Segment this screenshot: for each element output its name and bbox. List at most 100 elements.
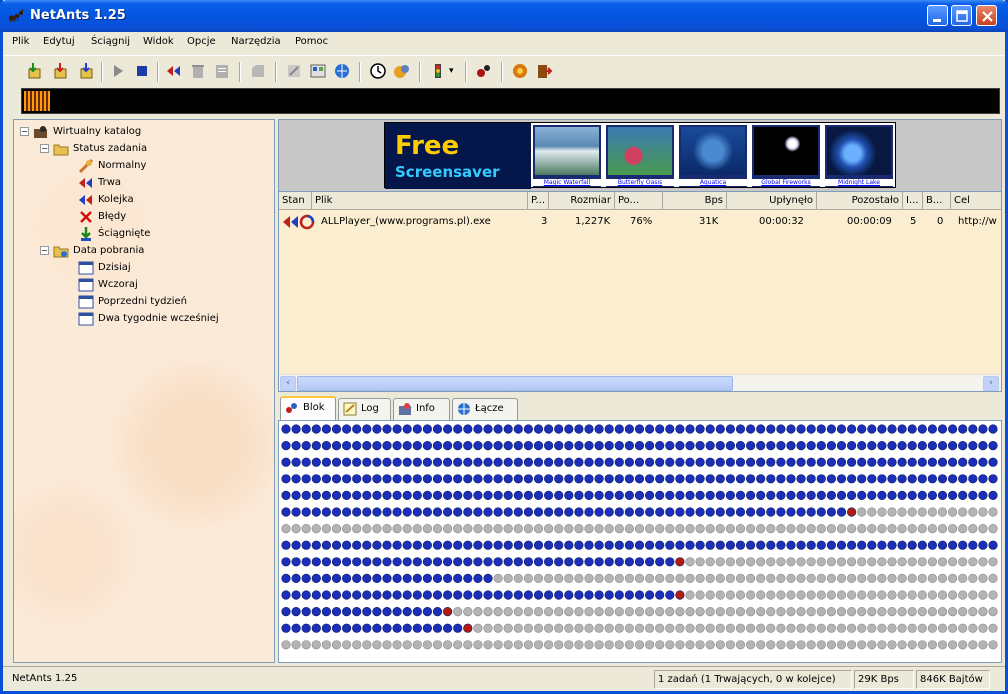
column-header-target[interactable]: Cel <box>951 192 1001 210</box>
download-block <box>533 623 544 633</box>
column-header-status[interactable]: Stan <box>279 192 312 210</box>
ad-thumb[interactable]: Midnight Lake <box>825 125 893 187</box>
new-download-icon[interactable] <box>25 62 43 80</box>
download-block <box>937 623 948 633</box>
download-block <box>352 490 362 500</box>
maximize-icon <box>956 10 968 22</box>
download-block <box>836 640 847 650</box>
tree-item-normal[interactable]: Normalny <box>78 157 146 174</box>
column-header-progress[interactable]: Po... <box>615 192 663 210</box>
browser-icon[interactable] <box>333 62 351 80</box>
download-block <box>311 590 321 600</box>
find-icon[interactable] <box>285 62 303 80</box>
move-up-icon[interactable] <box>165 62 183 80</box>
tree-root[interactable]: − Wirtualny katalog <box>20 123 141 140</box>
ad-thumb[interactable]: Global Fireworks <box>752 125 820 187</box>
download-block <box>796 540 806 550</box>
delete-icon[interactable] <box>189 62 207 80</box>
download-block <box>574 623 584 633</box>
collapse-icon[interactable]: − <box>20 127 29 136</box>
help-icon[interactable] <box>511 62 529 80</box>
download-block <box>846 540 857 550</box>
ad-thumb[interactable]: Magic Waterfall <box>533 125 601 187</box>
minimize-button[interactable] <box>927 5 948 26</box>
download-block <box>826 640 837 650</box>
add-batch-icon[interactable] <box>51 62 69 80</box>
download-block <box>422 523 432 534</box>
download-block <box>796 557 806 567</box>
horizontal-scrollbar[interactable]: ‹ › <box>279 374 1001 391</box>
speed-limit-icon[interactable] <box>429 62 447 80</box>
menu-narzedzia[interactable]: Narzędzia <box>231 36 281 47</box>
tree-item-two-weeks[interactable]: Dwa tygodnie wcześniej <box>78 310 219 327</box>
ad-thumb[interactable]: Butterfly Oasis <box>606 125 674 187</box>
column-header-b[interactable]: B... <box>923 192 951 210</box>
download-block <box>594 507 604 517</box>
collapse-icon[interactable]: − <box>40 246 49 255</box>
download-block <box>907 557 917 567</box>
download-block <box>857 490 867 500</box>
start-icon[interactable] <box>109 62 127 80</box>
tree-status-group[interactable]: − Status zadania <box>40 140 147 157</box>
download-block <box>877 424 887 434</box>
stop-icon[interactable] <box>133 62 151 80</box>
column-header-remaining[interactable]: Pozostało <box>817 192 903 210</box>
scroll-thumb[interactable] <box>297 376 733 391</box>
maximize-button[interactable] <box>951 5 972 26</box>
download-block <box>493 540 503 550</box>
exit-icon[interactable] <box>535 62 553 80</box>
row-elapsed: 00:00:32 <box>759 216 804 227</box>
download-block <box>503 607 513 617</box>
menu-opcje[interactable]: Opcje <box>187 36 216 47</box>
tree-item-today[interactable]: Dzisiaj <box>78 259 131 276</box>
tree-item-running[interactable]: Trwa <box>78 174 121 191</box>
download-block <box>725 557 736 567</box>
close-button[interactable] <box>976 5 997 26</box>
ad-banner[interactable]: Free Screensaver Magic Waterfall Butterf… <box>384 122 896 189</box>
download-block <box>473 424 483 434</box>
properties-icon[interactable] <box>213 62 231 80</box>
column-header-i[interactable]: I... <box>903 192 923 210</box>
download-block <box>887 457 897 467</box>
collapse-icon[interactable]: − <box>40 144 49 153</box>
column-header-bps[interactable]: Bps <box>663 192 727 210</box>
download-block <box>402 590 412 600</box>
ant-icon[interactable] <box>475 62 493 80</box>
download-block <box>564 623 574 633</box>
column-header-size[interactable]: Rozmiar <box>549 192 615 210</box>
menu-edytuj[interactable]: Edytuj <box>43 36 75 47</box>
download-block <box>301 490 311 500</box>
tab-log[interactable]: Log <box>338 398 391 420</box>
column-header-parts[interactable]: P... <box>528 192 549 210</box>
download-block <box>382 440 392 451</box>
menu-sciagnij[interactable]: Ściągnij <box>91 36 130 47</box>
tree-date-group[interactable]: − Data pobrania <box>40 242 144 259</box>
options-icon[interactable] <box>393 62 411 80</box>
column-header-file[interactable]: Plik <box>312 192 528 210</box>
scheduler-clock-icon[interactable] <box>369 62 387 80</box>
tree-item-yesterday[interactable]: Wczoraj <box>78 276 138 293</box>
download-block <box>968 540 978 550</box>
tab-blok[interactable]: Blok <box>280 396 336 420</box>
tab-info[interactable]: Info <box>393 398 450 420</box>
scroll-left-icon[interactable]: ‹ <box>280 376 296 391</box>
tree-item-errors[interactable]: Błędy <box>78 208 126 225</box>
open-folder-icon[interactable] <box>249 62 267 80</box>
menu-widok[interactable]: Widok <box>143 36 174 47</box>
download-block <box>544 540 554 550</box>
column-header-elapsed[interactable]: Upłynęło <box>727 192 817 210</box>
download-block <box>463 590 473 600</box>
tab-lacze[interactable]: Łącze <box>452 398 518 420</box>
tree-item-last-week[interactable]: Poprzedni tydzień <box>78 293 187 310</box>
site-manager-icon[interactable] <box>309 62 327 80</box>
scroll-right-icon[interactable]: › <box>983 376 999 391</box>
import-list-icon[interactable] <box>77 62 95 80</box>
menu-pomoc[interactable]: Pomoc <box>295 36 328 47</box>
menu-plik[interactable]: Plik <box>12 36 29 47</box>
download-block <box>331 540 342 550</box>
tree-item-downloaded[interactable]: Ściągnięte <box>78 225 150 242</box>
ad-thumb[interactable]: Aquatica <box>679 125 747 187</box>
download-block <box>735 540 746 550</box>
title-bar[interactable]: NetAnts 1.25 <box>0 0 1008 32</box>
tree-item-queue[interactable]: Kolejka <box>78 191 134 208</box>
